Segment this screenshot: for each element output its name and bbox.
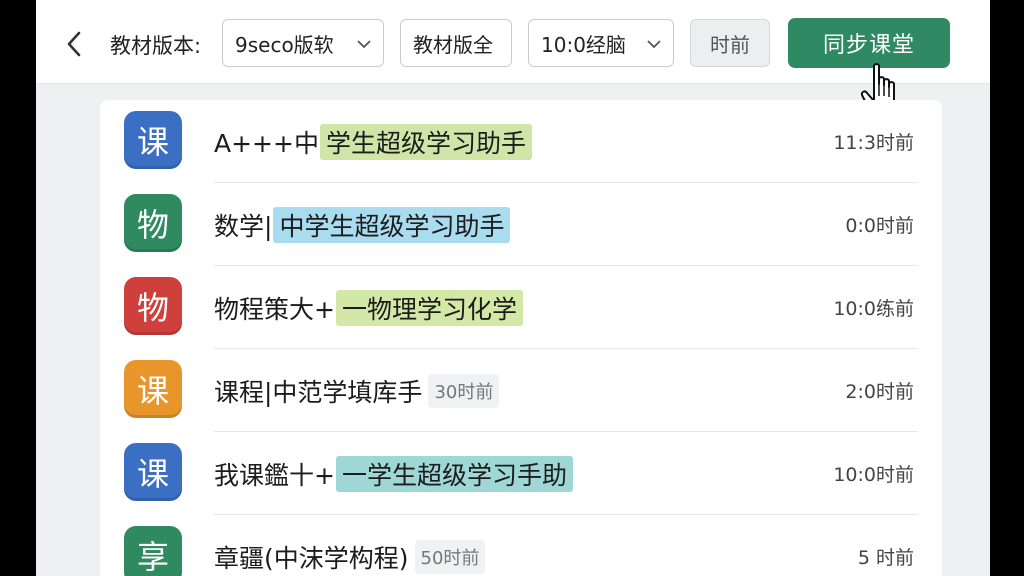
list-item[interactable]: 物物程策大+ 一物理学习化学 10:0练前 — [100, 266, 942, 349]
app-window: 教材版本: 9seco版软 教材版全 10:0经脑 时前 同步课堂 课 A+++中… — [36, 0, 990, 576]
title-highlight: 学生超级学习助手 — [319, 124, 532, 160]
time-filter-button[interactable]: 时前 — [690, 19, 770, 67]
time-select-value: 10:0经脑 — [541, 32, 626, 57]
subject-badge-icon: 物 — [124, 277, 182, 335]
subject-badge-icon: 课 — [124, 111, 182, 169]
title-highlight: 一学生超级学习手助 — [335, 456, 573, 492]
list-item-title: 课程|中范学填库手 30时前 — [214, 371, 500, 411]
list-item-title: 章疆(中沫学构程) 50时前 — [214, 537, 486, 576]
version-select-value: 9seco版软 — [235, 32, 334, 57]
textbook-version-label: 教材版本: — [110, 34, 202, 58]
title-text: 物程策大+ — [214, 295, 335, 324]
subject-badge-icon: 课 — [124, 360, 182, 418]
inline-time-tag: 30时前 — [428, 374, 500, 408]
textbook-select[interactable]: 教材版全 — [400, 19, 512, 67]
course-list: 课 A+++中 学生超级学习助手 11:3时前物数学| 中学生超级学习助手 0:0时前物物… — [100, 100, 942, 576]
list-item-title: A+++中 学生超级学习助手 — [214, 122, 532, 162]
chevron-down-icon — [639, 34, 661, 53]
toolbar: 教材版本: 9seco版软 教材版全 10:0经脑 时前 同步课堂 — [36, 0, 990, 84]
subject-badge-icon: 享 — [124, 526, 182, 576]
inline-time-tag: 50时前 — [414, 540, 486, 574]
list-item[interactable]: 享章疆(中沫学构程) 50时前 5 时前 — [100, 515, 942, 576]
sync-classroom-button[interactable]: 同步课堂 — [788, 18, 950, 68]
list-item-time: 11:3时前 — [833, 132, 914, 154]
version-select[interactable]: 9seco版软 — [222, 19, 384, 67]
list-item-time: 10:0练前 — [833, 298, 914, 320]
textbook-select-value: 教材版全 — [413, 32, 493, 57]
list-item-time: 0:0时前 — [845, 215, 914, 237]
list-item-title: 物程策大+ 一物理学习化学 — [214, 288, 523, 328]
list-item[interactable]: 课 A+++中 学生超级学习助手 11:3时前 — [100, 100, 942, 183]
title-highlight: 中学生超级学习助手 — [273, 207, 511, 243]
list-item[interactable]: 课课程|中范学填库手 30时前 2:0时前 — [100, 349, 942, 432]
time-select[interactable]: 10:0经脑 — [528, 19, 674, 67]
title-text: 我课鑑十+ — [214, 461, 335, 490]
title-highlight: 一物理学习化学 — [335, 290, 523, 326]
subject-badge-icon: 物 — [124, 194, 182, 252]
list-item-time: 5 时前 — [857, 547, 914, 569]
list-item-time: 10:0时前 — [833, 464, 914, 486]
back-button[interactable] — [60, 26, 88, 62]
title-text: 数学| — [214, 212, 273, 241]
list-item-title: 我课鑑十+ 一学生超级学习手助 — [214, 454, 573, 494]
title-text: A+++中 — [214, 129, 319, 158]
list-item[interactable]: 物数学| 中学生超级学习助手 0:0时前 — [100, 183, 942, 266]
title-text: 课程|中范学填库手 — [214, 378, 423, 407]
list-item-title: 数学| 中学生超级学习助手 — [214, 205, 511, 245]
chevron-down-icon — [349, 34, 371, 53]
list-item[interactable]: 课我课鑑十+ 一学生超级学习手助 10:0时前 — [100, 432, 942, 515]
chevron-left-icon — [67, 31, 81, 57]
subject-badge-icon: 课 — [124, 443, 182, 501]
list-item-time: 2:0时前 — [845, 381, 914, 403]
title-text: 章疆(中沫学构程) — [214, 544, 409, 573]
